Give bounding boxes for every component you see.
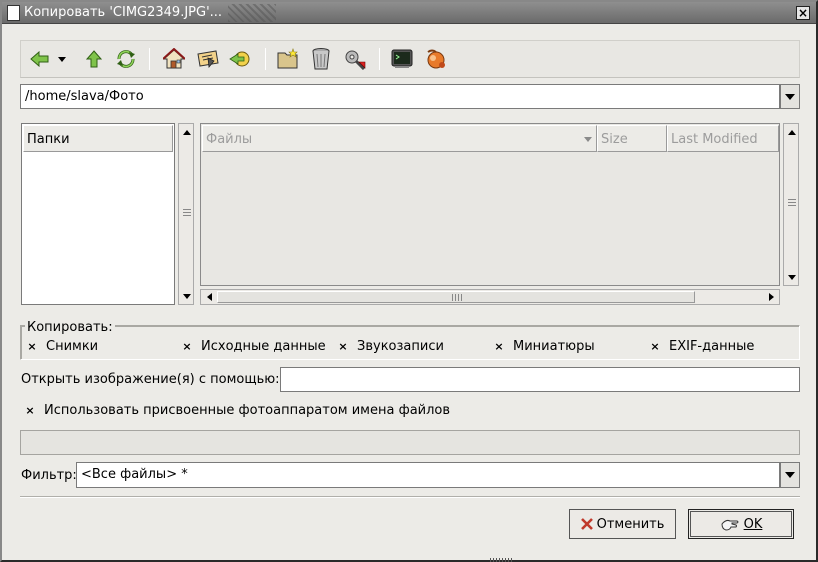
new-folder-icon[interactable] xyxy=(275,46,301,72)
checkbox-thumbnails[interactable]: × Миниатюры xyxy=(493,339,595,354)
trash-icon[interactable] xyxy=(308,46,334,72)
preview-icon[interactable] xyxy=(423,46,449,72)
chevron-down-icon xyxy=(785,93,795,100)
check-mark-icon[interactable]: × xyxy=(493,341,505,353)
column-header-files[interactable]: Файлы xyxy=(202,125,597,152)
checkbox-exif[interactable]: × EXIF-данные xyxy=(649,339,754,354)
scroll-thumb[interactable] xyxy=(217,291,695,303)
toolbar xyxy=(20,40,800,78)
folders-list[interactable]: Папки xyxy=(21,123,175,305)
column-files-label: Файлы xyxy=(206,132,253,147)
copy-section-label: Копировать: xyxy=(25,320,115,335)
copy-dialog-window: Копировать 'CIMG2349.JPG'... × /home/sla… xyxy=(0,0,818,562)
filter-input[interactable]: <Все файлы> * xyxy=(76,462,780,488)
files-list[interactable]: Файлы Size Last Modified xyxy=(200,123,780,286)
window-title: Копировать 'CIMG2349.JPG'... xyxy=(24,5,223,20)
cancel-button-label: Отменить xyxy=(596,516,665,532)
scroll-up-icon[interactable] xyxy=(180,125,194,139)
files-vertical-scrollbar[interactable] xyxy=(783,123,799,286)
filter-dropdown-button[interactable] xyxy=(780,462,800,488)
toolbar-separator xyxy=(379,48,380,70)
resize-grip[interactable] xyxy=(490,558,514,562)
home-icon[interactable] xyxy=(161,46,187,72)
scroll-left-icon[interactable] xyxy=(202,290,216,304)
column-header-last-modified[interactable]: Last Modified xyxy=(667,125,779,152)
ok-button[interactable]: OK xyxy=(690,511,792,537)
close-button[interactable]: × xyxy=(796,6,810,20)
checkbox-use-camera-names-label: Использовать присвоенные фотоаппаратом и… xyxy=(44,403,451,418)
checkbox-raw-data[interactable]: × Исходные данные xyxy=(181,339,326,354)
checkbox-thumbnails-label: Миниатюры xyxy=(513,339,595,354)
scroll-up-icon[interactable] xyxy=(785,125,799,139)
document-icon xyxy=(7,5,20,21)
scroll-down-icon[interactable] xyxy=(180,289,194,303)
open-with-input[interactable] xyxy=(280,367,800,392)
go-icon[interactable] xyxy=(227,46,253,72)
checkbox-photos[interactable]: × Снимки xyxy=(26,339,98,354)
cancel-icon xyxy=(580,518,593,530)
ok-hand-icon xyxy=(721,519,739,531)
checkbox-exif-label: EXIF-данные xyxy=(669,339,755,354)
bookmark-icon[interactable] xyxy=(195,46,221,72)
title-decoration xyxy=(228,4,276,22)
check-mark-icon[interactable]: × xyxy=(24,405,36,417)
column-header-size[interactable]: Size xyxy=(597,125,667,152)
checkbox-photos-label: Снимки xyxy=(46,339,99,354)
filter-label: Фильтр: xyxy=(21,468,77,483)
toolbar-separator xyxy=(149,48,150,70)
reload-icon[interactable] xyxy=(113,46,139,72)
history-dropdown-icon[interactable] xyxy=(55,46,69,72)
properties-icon[interactable] xyxy=(342,46,368,72)
check-mark-icon[interactable]: × xyxy=(26,341,38,353)
back-icon[interactable] xyxy=(27,46,53,72)
checkbox-sound-notes-label: Звукозаписи xyxy=(357,339,444,354)
location-input[interactable]: /home/slava/Фото xyxy=(20,84,780,109)
files-horizontal-scrollbar[interactable] xyxy=(200,289,780,305)
folders-header[interactable]: Папки xyxy=(23,125,173,152)
folders-scrollbar[interactable] xyxy=(178,123,194,305)
title-bar[interactable]: Копировать 'CIMG2349.JPG'... × xyxy=(2,2,816,24)
check-mark-icon[interactable]: × xyxy=(649,341,661,353)
sort-chevron-icon xyxy=(584,137,592,142)
location-dropdown-button[interactable] xyxy=(780,84,800,109)
up-icon[interactable] xyxy=(81,46,107,72)
check-mark-icon[interactable]: × xyxy=(337,341,349,353)
checkbox-raw-data-label: Исходные данные xyxy=(201,339,326,354)
checkbox-use-camera-names[interactable]: × Использовать присвоенные фотоаппаратом… xyxy=(24,403,450,418)
progress-bar xyxy=(20,430,800,455)
toolbar-separator xyxy=(265,48,266,70)
scroll-down-icon[interactable] xyxy=(785,270,799,284)
chevron-down-icon xyxy=(785,472,795,478)
checkbox-sound-notes[interactable]: × Звукозаписи xyxy=(337,339,444,354)
ok-button-label: OK xyxy=(743,516,763,532)
cancel-button[interactable]: Отменить xyxy=(569,509,676,539)
open-with-label: Открыть изображение(я) с помощью: xyxy=(21,372,280,387)
check-mark-icon[interactable]: × xyxy=(181,341,193,353)
terminal-icon[interactable] xyxy=(389,46,415,72)
scroll-grip[interactable] xyxy=(788,199,796,207)
divider xyxy=(20,496,800,498)
scroll-grip[interactable] xyxy=(183,209,191,217)
scroll-right-icon[interactable] xyxy=(764,290,778,304)
